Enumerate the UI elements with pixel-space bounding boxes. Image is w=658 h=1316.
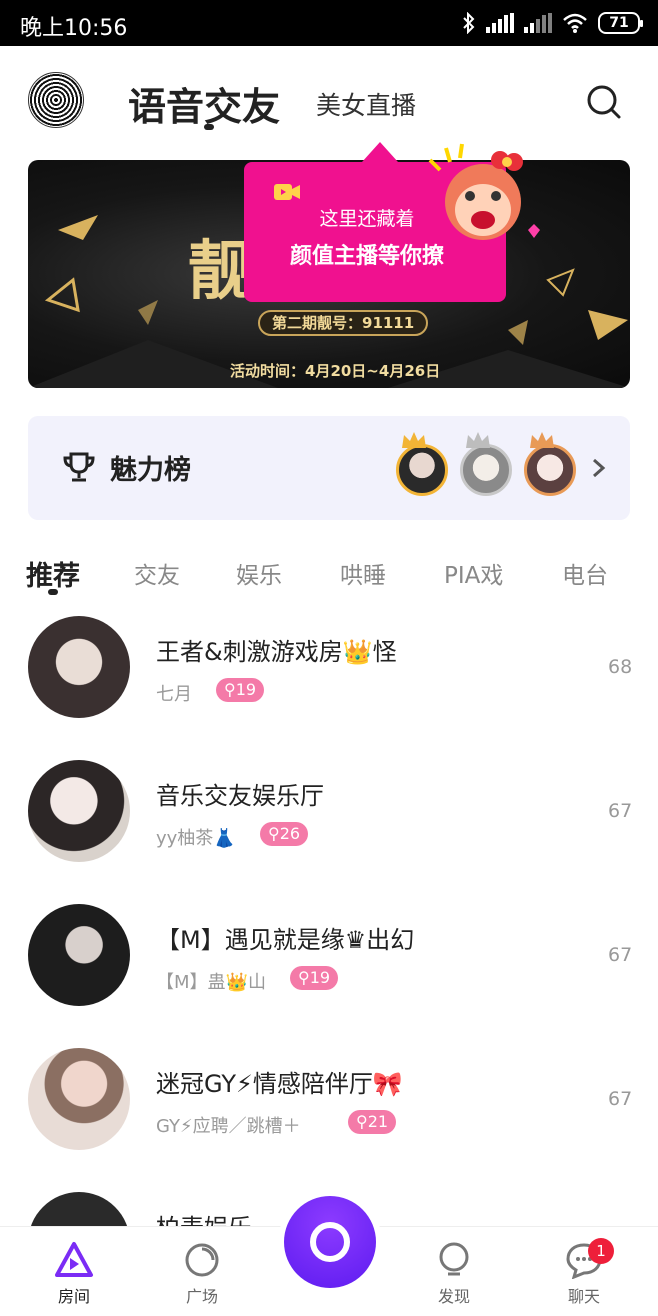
- room-title: 迷冠GY⚡情感陪伴厅🎀: [156, 1070, 403, 1098]
- status-bar: 晚上10:56 71: [0, 0, 658, 46]
- room-host: yy柚茶👗: [156, 828, 236, 849]
- nav-rooms-label: 房间: [57, 1287, 90, 1306]
- charm-title: 魅力榜: [110, 455, 191, 486]
- room-tag-value: 19: [235, 680, 257, 699]
- nav-rooms[interactable]: 房间: [24, 1227, 124, 1316]
- room-tag: ⚲21: [348, 1110, 397, 1134]
- room-count: 67: [608, 800, 633, 822]
- room-avatar: [28, 616, 130, 718]
- crown-icon: [402, 432, 426, 448]
- wifi-icon: [563, 13, 587, 33]
- room-item[interactable]: 音乐交友娱乐厅 yy柚茶👗 ⚲26 67: [0, 760, 658, 904]
- tab-active-indicator: [204, 124, 214, 130]
- category-tab-radio[interactable]: 电台: [562, 556, 608, 590]
- status-icons: 71: [462, 10, 643, 36]
- room-host: 【M】蛊👑山: [156, 972, 266, 993]
- tab-voice-friends[interactable]: 语音交友: [128, 76, 280, 131]
- tab-beauty-live[interactable]: 美女直播: [316, 86, 416, 122]
- room-count: 67: [608, 1088, 633, 1110]
- category-tab-entertainment[interactable]: 娱乐: [236, 556, 282, 590]
- banner-date: 活动时间：4月20日~4月26日: [230, 362, 441, 380]
- bluetooth-icon: [463, 12, 475, 34]
- room-tag-value: 21: [367, 1112, 389, 1131]
- category-tab-pia[interactable]: PIA戏: [444, 556, 503, 590]
- room-avatar: [28, 904, 130, 1006]
- crown-icon: [530, 432, 554, 448]
- room-item[interactable]: 迷冠GY⚡情感陪伴厅🎀 GY⚡应聘／跳槽＋ ⚲21 67: [0, 1048, 658, 1192]
- room-count: 67: [608, 944, 633, 966]
- status-time: 晚上10:56: [20, 16, 128, 41]
- battery-icon: 71: [598, 12, 643, 34]
- user-icon: ⚲: [298, 968, 310, 987]
- nav-square-label: 广场: [185, 1287, 218, 1306]
- search-icon[interactable]: [586, 84, 622, 120]
- signal-2-icon: [524, 13, 552, 33]
- charm-avatar-2: [460, 432, 512, 496]
- room-title: 音乐交友娱乐厅: [156, 782, 324, 810]
- room-play-icon: [55, 1242, 93, 1277]
- category-tab-recommend[interactable]: 推荐: [26, 554, 80, 593]
- category-tab-sleep[interactable]: 哄睡: [340, 556, 386, 590]
- chat-unread-badge: 1: [588, 1238, 614, 1264]
- crown-icon: [466, 432, 490, 448]
- signal-icon: [486, 13, 514, 33]
- user-icon: ⚲: [268, 824, 280, 843]
- nav-discover[interactable]: 发现: [404, 1227, 504, 1316]
- room-tag: ⚲19: [216, 678, 265, 702]
- room-title: 王者&刺激游戏房👑怪: [156, 638, 397, 666]
- room-host: 七月: [156, 684, 192, 705]
- room-tag: ⚲26: [260, 822, 309, 846]
- room-item[interactable]: 王者&刺激游戏房👑怪 七月 ⚲19 68: [0, 616, 658, 760]
- nav-discover-label: 发现: [437, 1287, 470, 1306]
- room-tag-value: 26: [279, 824, 301, 843]
- room-host: GY⚡应聘／跳槽＋: [156, 1116, 301, 1137]
- room-avatar: [28, 760, 130, 862]
- user-icon: ⚲: [224, 680, 236, 699]
- lightbulb-icon: [439, 1242, 469, 1276]
- banner-pill: 第二期靓号：91111: [258, 310, 429, 336]
- room-tag: ⚲19: [290, 966, 339, 990]
- center-live-button[interactable]: [284, 1196, 376, 1288]
- charm-leaderboard[interactable]: 魅力榜: [28, 416, 630, 520]
- room-title: 【M】遇见就是缘♛出幻: [156, 926, 415, 954]
- top-header: 语音交友 美女直播: [0, 46, 658, 156]
- chevron-right-icon: [593, 458, 606, 478]
- nav-square[interactable]: 广场: [152, 1227, 252, 1316]
- monkey-mascot-icon: [428, 143, 540, 240]
- square-circle-icon: [185, 1243, 219, 1277]
- room-tag-value: 19: [309, 968, 331, 987]
- app-logo[interactable]: [28, 72, 84, 128]
- category-tab-friends[interactable]: 交友: [134, 556, 180, 590]
- room-count: 68: [608, 656, 633, 678]
- category-active-indicator: [48, 589, 58, 595]
- charm-avatar-3: [524, 432, 576, 496]
- nav-chat-label: 聊天: [567, 1287, 600, 1306]
- nav-chat[interactable]: 聊天: [534, 1227, 634, 1316]
- charm-avatar-1: [396, 432, 448, 496]
- room-item[interactable]: 【M】遇见就是缘♛出幻 【M】蛊👑山 ⚲19 67: [0, 904, 658, 1048]
- record-icon: [310, 1222, 350, 1262]
- room-avatar: [28, 1048, 130, 1150]
- trophy-icon: [63, 452, 95, 482]
- video-camera-icon: [274, 184, 300, 200]
- user-icon: ⚲: [356, 1112, 368, 1131]
